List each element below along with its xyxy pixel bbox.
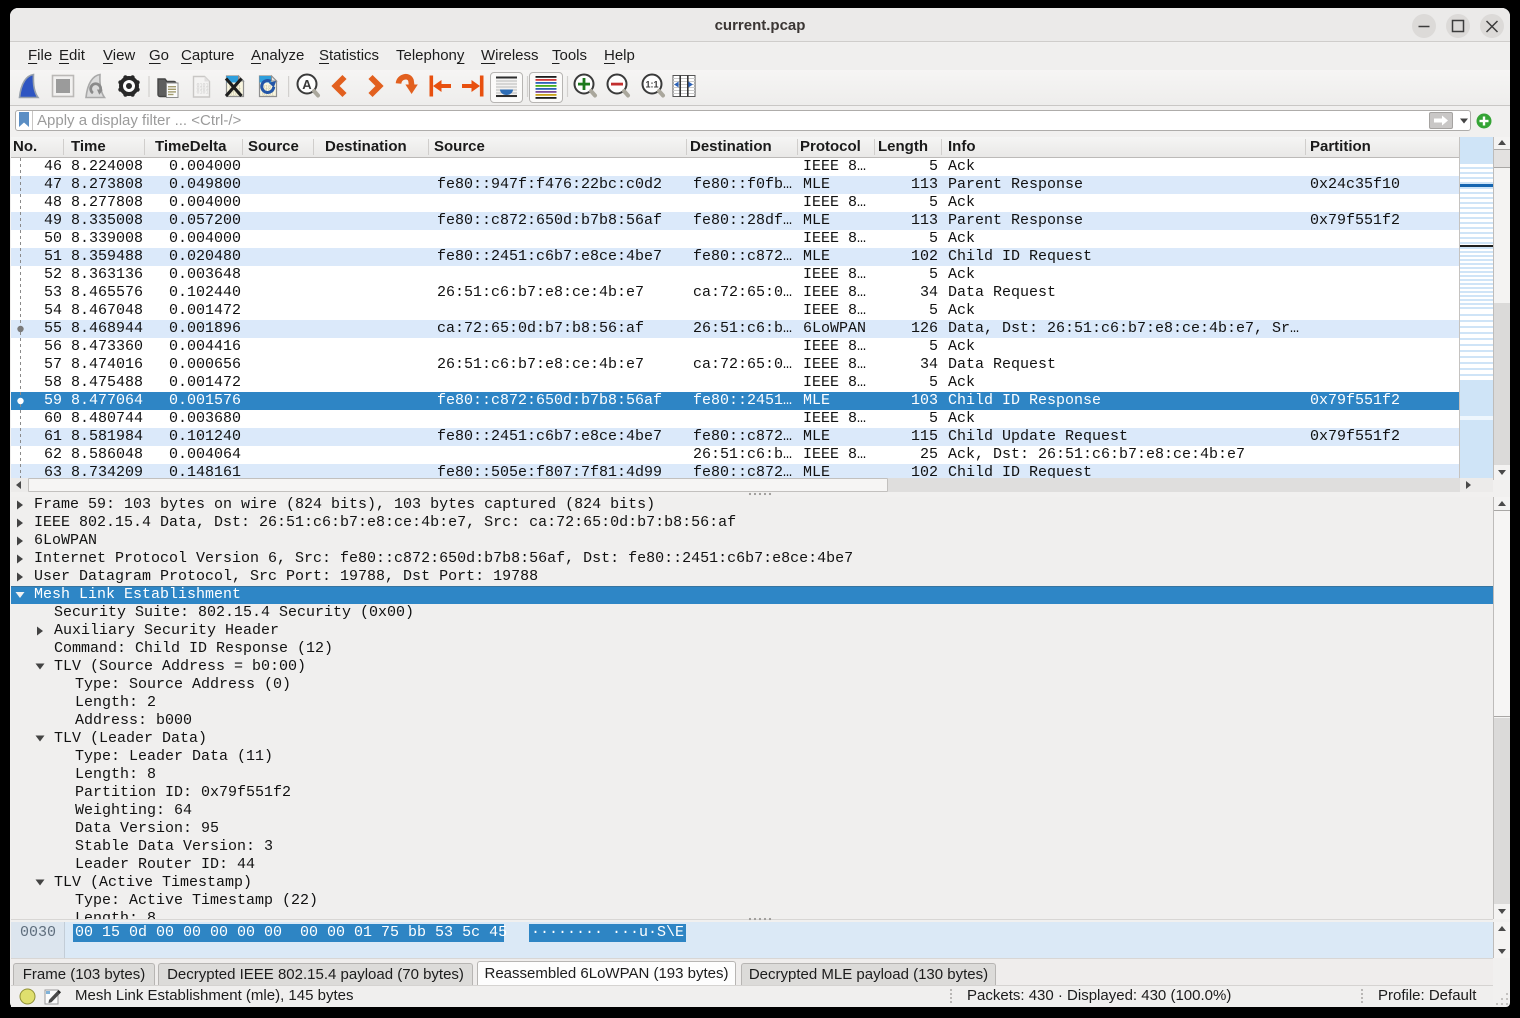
svg-text:1:1: 1:1	[645, 80, 658, 90]
svg-text:A: A	[302, 77, 312, 92]
svg-text:0101: 0101	[197, 90, 209, 96]
